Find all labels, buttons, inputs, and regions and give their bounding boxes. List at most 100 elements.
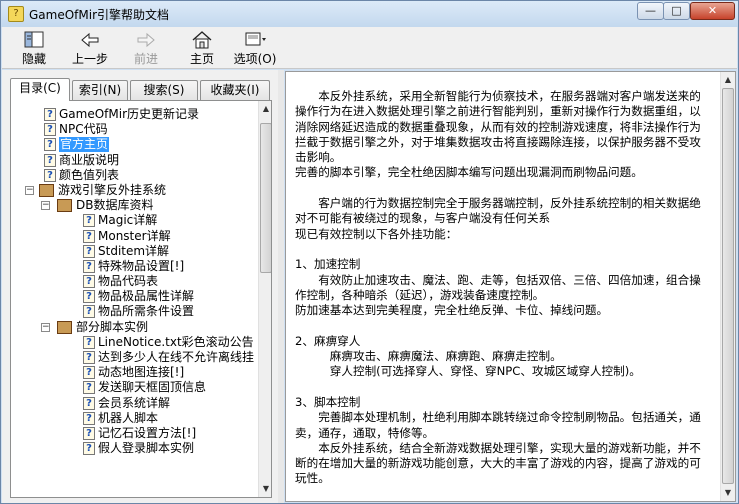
tree-item-label[interactable]: GameOfMir历史更新记录 [59, 107, 199, 122]
tab-index[interactable]: 索引(N) [72, 80, 128, 100]
tree-item[interactable]: ? 物品极品属性详解 [11, 289, 259, 304]
tree-item[interactable]: ? NPC代码 [11, 122, 259, 137]
help-window: ? GameOfMir引擎帮助文档 — □ ✕ 隐藏 上一步 前进 主页 选项(… [0, 0, 739, 504]
help-page-icon: ? [83, 411, 95, 425]
tree-item-label[interactable]: 商业版说明 [59, 153, 119, 168]
arrow-right-icon [126, 30, 166, 50]
content-paragraph: 1、加速控制 [295, 257, 361, 272]
close-button[interactable]: ✕ [690, 2, 735, 20]
tab-contents[interactable]: 目录(C) [10, 78, 70, 101]
title-bar[interactable]: ? GameOfMir引擎帮助文档 — □ ✕ [1, 1, 738, 27]
tree-item[interactable]: − DB数据库资料 [11, 198, 259, 213]
help-page-icon: ? [44, 108, 56, 121]
content-scroll-thumb[interactable] [722, 88, 734, 484]
tree-item-label[interactable]: 达到多少人在线不允许离线挂 [98, 350, 254, 365]
collapse-toggle-icon[interactable]: − [41, 201, 50, 211]
tree-item[interactable]: ? 物品代码表 [11, 274, 259, 289]
hide-label: 隐藏 [21, 52, 46, 66]
topic-document: 本反外挂系统，采用全新智能行为侦察技术，在服务器端对客户端发送来的操作行为在进入… [295, 89, 702, 487]
tree-item[interactable]: ? 记忆石设置方法[!] [11, 426, 259, 441]
content-paragraph: 客户端的行为数据控制完全于服务器端控制，反外挂系统控制的相关数据绝对不可能有被绕… [295, 196, 701, 226]
help-page-icon: ? [83, 229, 95, 243]
maximize-button[interactable]: □ [663, 2, 690, 20]
tree-item[interactable]: ? 官方主页 [11, 137, 259, 153]
scroll-up-icon[interactable]: ▲ [722, 73, 734, 87]
book-icon [39, 183, 54, 197]
help-page-icon: ? [83, 214, 95, 228]
topic-content-pane: 本反外挂系统，采用全新智能行为侦察技术，在服务器端对客户端发送来的操作行为在进入… [285, 71, 736, 502]
tree-item[interactable]: ? Monster详解 [11, 229, 259, 244]
home-icon [180, 30, 224, 50]
help-page-icon: ? [44, 138, 56, 152]
tree-item[interactable]: ? 机器人脚本 [11, 411, 259, 426]
tree-item-label[interactable]: 官方主页 [59, 137, 110, 153]
tree-item[interactable]: ? 商业版说明 [11, 153, 259, 168]
tree-item-label[interactable]: LineNotice.txt彩色滚动公告 [98, 335, 254, 350]
tree-item-label[interactable]: 游戏引擎反外挂系统 [58, 183, 166, 198]
tree-item[interactable]: ? 会员系统详解 [11, 396, 259, 411]
tree-item-label[interactable]: 机器人脚本 [98, 411, 158, 426]
hide-button[interactable]: 隐藏 [16, 30, 52, 68]
minimize-button[interactable]: — [637, 2, 664, 20]
tree-item-label[interactable]: 物品极品属性详解 [98, 289, 194, 304]
help-page-icon: ? [83, 442, 95, 456]
tree-item-label[interactable]: Monster详解 [98, 229, 171, 244]
tree-item-label[interactable]: NPC代码 [59, 122, 108, 137]
tree-item-label[interactable]: 物品所需条件设置 [98, 304, 194, 319]
tree-item[interactable]: ? Stditem详解 [11, 244, 259, 259]
tree-item-label[interactable]: 假人登录脚本实例 [98, 441, 194, 456]
tree-item[interactable]: − 游戏引擎反外挂系统 [11, 183, 259, 198]
tab-favorites[interactable]: 收藏夹(I) [200, 80, 270, 100]
pane-splitter[interactable] [278, 70, 284, 503]
tree-item-label[interactable]: 动态地图连接[!] [98, 365, 184, 380]
options-icon [230, 30, 280, 50]
collapse-toggle-icon[interactable]: − [41, 322, 50, 332]
window-title: GameOfMir引擎帮助文档 [29, 8, 170, 22]
help-app-icon: ? [8, 6, 24, 22]
tree-item[interactable]: ? GameOfMir历史更新记录 [11, 107, 259, 122]
hide-pane-icon [16, 30, 52, 50]
content-paragraph: 本反外挂系统，采用全新智能行为侦察技术，在服务器端对客户端发送来的操作行为在进入… [295, 89, 701, 165]
help-page-icon: ? [44, 153, 56, 167]
tree-item[interactable]: ? LineNotice.txt彩色滚动公告 [11, 335, 259, 350]
forward-button[interactable]: 前进 [126, 30, 166, 68]
tree-item[interactable]: ? 假人登录脚本实例 [11, 441, 259, 456]
tree-item-label[interactable]: 物品代码表 [98, 274, 158, 289]
home-label: 主页 [189, 52, 214, 66]
tree-item-label[interactable]: Stditem详解 [98, 244, 169, 259]
options-button[interactable]: 选项(O) [230, 30, 280, 68]
tree-item-label[interactable]: 部分脚本实例 [76, 320, 148, 335]
content-paragraph: 本反外挂系统，结合全新游戏数据处理引擎，实现大量的游戏新功能，并不断的在增加大量… [295, 440, 701, 486]
help-page-icon: ? [83, 259, 95, 273]
tree-item[interactable]: ? 动态地图连接[!] [11, 365, 259, 380]
collapse-toggle-icon[interactable]: − [25, 185, 34, 195]
content-paragraph: 防加速基本达到完美程度，完全杜绝反弹、卡位、掉线问题。 [295, 303, 609, 318]
tree-item[interactable]: ? 颜色值列表 [11, 168, 259, 183]
tree-item-label[interactable]: 颜色值列表 [59, 168, 119, 183]
scroll-up-icon[interactable]: ▲ [260, 102, 271, 116]
tree-scrollbar[interactable]: ▲ ▼ [258, 101, 271, 497]
help-page-icon: ? [83, 396, 95, 410]
tree-item-label[interactable]: 记忆石设置方法[!] [98, 426, 196, 441]
tree-item[interactable]: ? 特殊物品设置[!] [11, 259, 259, 274]
back-button[interactable]: 上一步 [66, 30, 114, 68]
tree-item-label[interactable]: 特殊物品设置[!] [98, 259, 184, 274]
scroll-down-icon[interactable]: ▼ [722, 486, 734, 500]
tree-item[interactable]: ? 物品所需条件设置 [11, 304, 259, 319]
tab-search[interactable]: 搜索(S) [130, 80, 198, 100]
nav-tabs: 目录(C) 索引(N) 搜索(S) 收藏夹(I) [10, 78, 272, 101]
tree-scroll-thumb[interactable] [260, 123, 271, 273]
tree-item-label[interactable]: 会员系统详解 [98, 396, 170, 411]
tree-item[interactable]: ? Magic详解 [11, 213, 259, 228]
tree-item-label[interactable]: 发送聊天框固顶信息 [98, 380, 206, 395]
home-button[interactable]: 主页 [180, 30, 224, 68]
scroll-down-icon[interactable]: ▼ [260, 482, 271, 496]
tree-item[interactable]: ? 达到多少人在线不允许离线挂 [11, 350, 259, 365]
content-scrollbar[interactable]: ▲ ▼ [720, 72, 735, 501]
tree-item-label[interactable]: DB数据库资料 [76, 198, 153, 213]
tree-item-label[interactable]: Magic详解 [98, 213, 157, 228]
tree-item[interactable]: − 部分脚本实例 [11, 320, 259, 335]
tree-item[interactable]: ? 发送聊天框固顶信息 [11, 380, 259, 395]
